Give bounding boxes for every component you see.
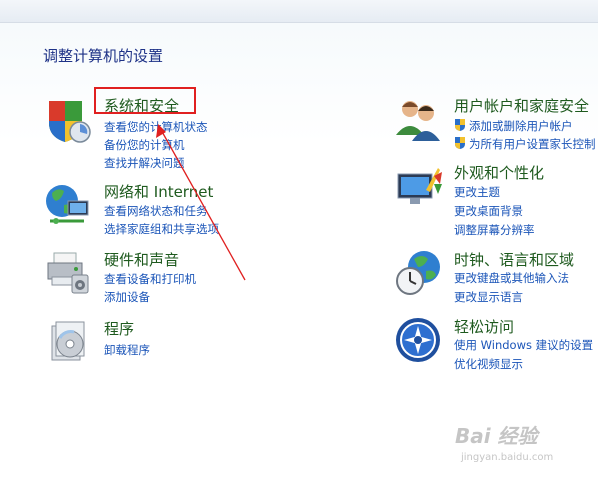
annotation-arrow — [156, 124, 246, 281]
watermark-url: jingyan.baidu.com — [461, 452, 554, 463]
baidu-watermark: Bai 经验 jingyan.baidu.com — [455, 420, 575, 470]
watermark-logo: Bai 经验 — [455, 424, 538, 448]
